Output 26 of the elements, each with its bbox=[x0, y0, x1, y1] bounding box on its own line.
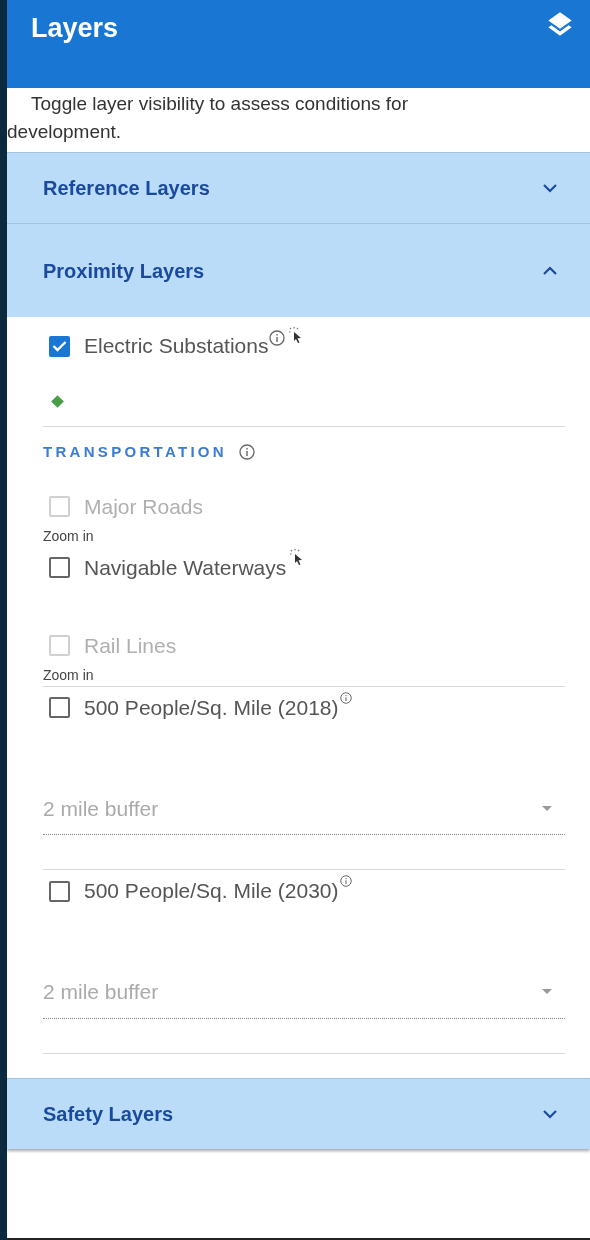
checkbox[interactable] bbox=[49, 557, 70, 578]
layer-label: 500 People/Sq. Mile (2030) bbox=[84, 878, 339, 905]
layer-label: Rail Lines bbox=[84, 632, 177, 659]
section-header[interactable]: Proximity Layers bbox=[7, 223, 590, 317]
info-icon[interactable] bbox=[339, 875, 352, 888]
dropdown-arrow-icon bbox=[541, 804, 553, 812]
panel-description: Toggle layer visibility to assess conditions for development. bbox=[7, 92, 409, 144]
layers-icon[interactable] bbox=[546, 10, 574, 38]
layer-label: Navigable Waterways bbox=[84, 554, 287, 581]
layer-label: Major Roads bbox=[84, 493, 204, 520]
dropdown-arrow-icon bbox=[541, 988, 553, 996]
zoom-hint: Zoom in bbox=[43, 665, 95, 685]
section-header[interactable]: Safety Layers bbox=[7, 1077, 590, 1149]
checkbox[interactable] bbox=[49, 697, 70, 718]
info-icon[interactable] bbox=[269, 330, 286, 347]
checkbox[interactable] bbox=[49, 880, 70, 902]
checkmark-icon bbox=[52, 340, 67, 352]
panel-title: Layers bbox=[31, 12, 119, 45]
info-icon[interactable] bbox=[238, 444, 255, 461]
section-header[interactable]: Reference Layers bbox=[7, 152, 590, 223]
checkbox[interactable] bbox=[49, 335, 70, 357]
layer-label: Electric Substations bbox=[84, 333, 269, 360]
group-heading: TRANSPORTATION bbox=[43, 442, 227, 462]
zoom-hint: Zoom in bbox=[43, 526, 95, 546]
info-icon[interactable] bbox=[339, 691, 352, 704]
layer-label: 500 People/Sq. Mile (2018) bbox=[84, 694, 339, 721]
